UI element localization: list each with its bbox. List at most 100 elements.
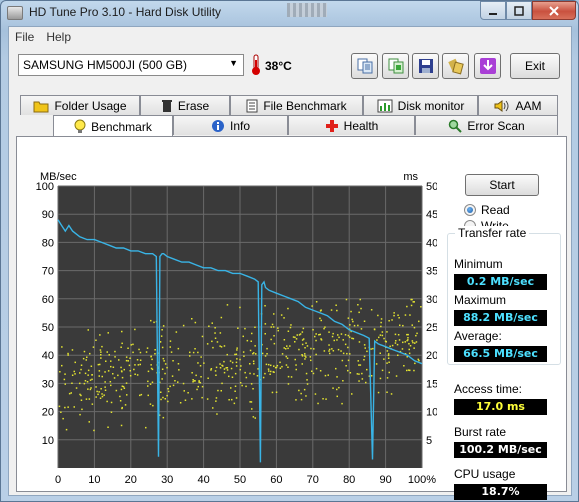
x-tick-label: 100%	[408, 474, 436, 486]
access-time-point	[370, 309, 373, 311]
menu-help-label: Help	[46, 30, 72, 44]
x-tick-label: 60	[270, 474, 282, 486]
access-time-point	[335, 367, 337, 370]
download-button[interactable]	[474, 53, 501, 79]
start-button-label: Start	[489, 178, 515, 192]
menu-file[interactable]: File	[9, 27, 40, 47]
access-time-point	[303, 388, 306, 391]
tab-file-benchmark[interactable]: File Benchmark	[230, 95, 363, 115]
copy-screenshot-button[interactable]	[382, 53, 409, 79]
access-time-point	[126, 394, 128, 396]
tab-health[interactable]: Health	[288, 115, 415, 135]
drive-select[interactable]: SAMSUNG HM500JI (500 GB) ▼	[18, 54, 244, 76]
access-time-point	[331, 335, 334, 338]
minimum-label: Minimum	[454, 257, 503, 271]
access-time-point	[298, 348, 300, 351]
options-button[interactable]	[442, 53, 469, 79]
y-left-tick-label: 40	[42, 350, 54, 362]
access-time-point	[59, 371, 61, 373]
access-time-point	[110, 384, 112, 387]
access-time-point	[301, 331, 304, 333]
access-time-point	[347, 369, 349, 372]
copy-info-button[interactable]	[351, 53, 378, 79]
tab-aam[interactable]: AAM	[478, 95, 558, 115]
access-time-point	[68, 392, 71, 395]
access-time-point	[212, 346, 214, 349]
exit-button[interactable]: Exit	[510, 53, 560, 79]
access-time-point	[152, 404, 154, 407]
access-time-point	[226, 353, 228, 356]
access-time-point	[215, 397, 218, 399]
minimum-value: 0.2 MB/sec	[454, 274, 547, 290]
access-time-point	[304, 347, 306, 349]
access-time-point	[404, 341, 406, 343]
access-time-point	[110, 401, 113, 404]
access-time-point	[110, 365, 112, 368]
access-time-point	[73, 370, 75, 373]
tab-disk-monitor[interactable]: Disk monitor	[363, 95, 478, 115]
save-button[interactable]	[412, 53, 439, 79]
window-title: HD Tune Pro 3.10 - Hard Disk Utility	[29, 5, 222, 19]
access-time-point	[394, 342, 397, 344]
access-time-point	[269, 373, 271, 375]
access-time-point	[395, 375, 398, 377]
tab-benchmark[interactable]: Benchmark	[53, 115, 173, 137]
access-time-point	[250, 340, 252, 342]
access-time-point	[254, 345, 256, 347]
burst-rate-value: 100.2 MB/sec	[454, 442, 547, 458]
access-time-point	[169, 340, 172, 342]
access-time-point	[83, 350, 86, 353]
access-time-point	[270, 364, 272, 367]
access-time-point	[80, 364, 83, 366]
access-time-point	[415, 341, 418, 343]
access-time-point	[387, 354, 390, 357]
access-time-point	[71, 382, 73, 384]
y-left-tick-label: 50	[42, 322, 54, 334]
access-time-point	[358, 364, 360, 366]
access-time-point	[406, 333, 408, 336]
title-bar[interactable]: HD Tune Pro 3.10 - Hard Disk Utility	[1, 1, 578, 26]
tab-erase[interactable]: Erase	[140, 95, 230, 115]
access-time-point	[121, 407, 123, 410]
access-time-point	[239, 358, 241, 361]
minimize-button[interactable]	[480, 1, 506, 20]
x-tick-label: 70	[307, 474, 319, 486]
access-time-point	[194, 321, 197, 324]
tab-info[interactable]: Info	[173, 115, 288, 135]
access-time-point	[219, 345, 221, 347]
access-time-point	[123, 368, 125, 371]
access-time-point	[206, 398, 209, 400]
read-radio[interactable]: Read	[464, 203, 510, 217]
access-time-point	[140, 393, 143, 396]
access-time-point	[381, 331, 384, 333]
access-time-point	[166, 366, 168, 369]
access-time-point	[145, 426, 147, 429]
tab-folder-usage[interactable]: Folder Usage	[20, 95, 140, 115]
access-time-point	[294, 358, 296, 361]
close-button[interactable]	[532, 1, 576, 20]
tab-error-scan[interactable]: Error Scan	[415, 115, 558, 135]
maximize-button[interactable]	[506, 1, 532, 20]
menu-help[interactable]: Help	[40, 27, 77, 47]
benchmark-chart: 0 10 20 30 40 50 60 70 80 90 100% 10 20 30 40 50 60 70 80 9…	[17, 137, 439, 493]
access-time-point	[73, 406, 75, 408]
access-time-point	[350, 310, 352, 313]
access-time-point	[295, 399, 297, 401]
access-time-point	[270, 370, 272, 373]
access-time-point	[273, 365, 275, 367]
access-time-point	[137, 364, 140, 366]
access-time-point	[95, 396, 97, 398]
access-time-point	[161, 329, 163, 331]
access-time-point	[250, 383, 253, 385]
access-time-point	[104, 371, 106, 373]
access-time-point	[231, 361, 234, 364]
start-button[interactable]: Start	[465, 174, 539, 196]
access-time-point	[211, 340, 213, 343]
maximum-label: Maximum	[454, 293, 507, 307]
access-time-point	[314, 393, 317, 395]
access-time-point	[351, 318, 353, 321]
average-label: Average:	[454, 329, 502, 343]
access-time-point	[283, 339, 286, 341]
access-time-point	[406, 369, 408, 372]
access-time-point	[358, 341, 361, 343]
